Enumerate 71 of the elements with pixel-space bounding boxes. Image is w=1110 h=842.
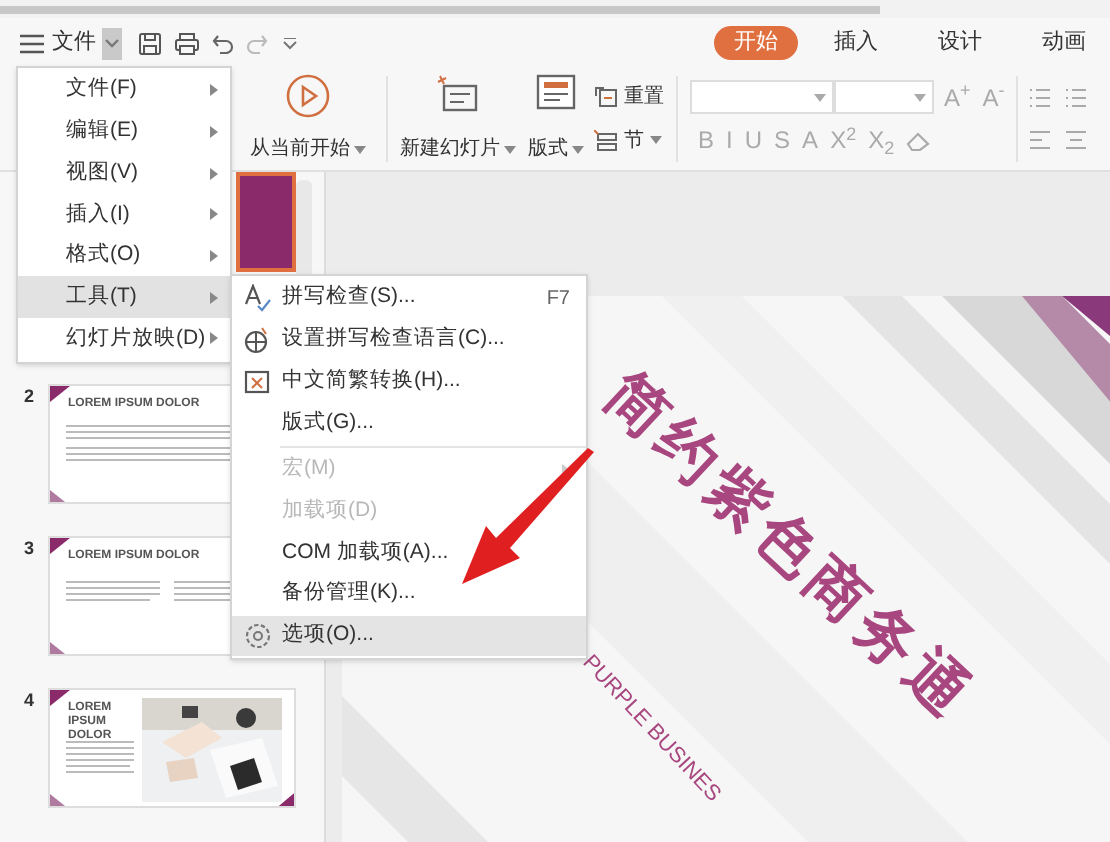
menu-item-label: 设置拼写检查语言(C)...: [282, 324, 507, 355]
numbered-list-icon[interactable]: [1064, 88, 1089, 109]
menu-item[interactable]: 拼写检查(S)... F7: [232, 278, 586, 320]
new-slide-button[interactable]: 新建幻灯片: [394, 68, 522, 170]
globe-icon: [243, 326, 271, 355]
convert-icon: [243, 367, 271, 396]
ribbon-tab[interactable]: 设计: [914, 26, 1006, 60]
eraser-icon[interactable]: [906, 129, 931, 152]
submenu-arrow-icon[interactable]: [210, 167, 218, 180]
customize-icon[interactable]: [282, 37, 298, 49]
undo-icon[interactable]: [212, 33, 234, 53]
spell-check-icon: [243, 284, 271, 313]
menu-item-label: 文件(F): [66, 74, 139, 105]
reset-button[interactable]: 重置: [594, 82, 664, 113]
menu-item[interactable]: 编辑(E): [18, 111, 230, 153]
redo-icon[interactable]: [246, 33, 268, 53]
ribbon-tab[interactable]: 插入: [810, 26, 902, 60]
section-button[interactable]: 节: [594, 125, 664, 156]
menu-item[interactable]: 格式(O): [18, 235, 230, 277]
play-from-current-button[interactable]: 从当前开始: [236, 68, 380, 170]
align-center-icon[interactable]: [1064, 129, 1089, 150]
save-icon[interactable]: [138, 31, 162, 55]
caret-icon[interactable]: [354, 145, 366, 153]
print-icon[interactable]: [174, 31, 200, 55]
settings-icon: [243, 621, 271, 650]
caret-icon[interactable]: [104, 38, 120, 48]
submenu-arrow-icon[interactable]: [210, 332, 218, 345]
menu-item[interactable]: 视图(V): [18, 152, 230, 195]
menu-item[interactable]: 设置拼写检查语言(C)...: [232, 319, 586, 361]
submenu-arrow-icon[interactable]: [210, 208, 218, 221]
ribbon-tab[interactable]: 动画: [1018, 26, 1110, 60]
slide-number: 3: [22, 536, 37, 562]
reset-icon[interactable]: [594, 86, 618, 109]
font-name-field[interactable]: [690, 80, 834, 115]
menu-item-label: 工具(T): [66, 281, 139, 312]
menu-item[interactable]: 插入(I): [18, 194, 230, 236]
menu-item[interactable]: 工具(T): [18, 276, 230, 319]
caret-icon[interactable]: [650, 136, 662, 145]
layout-button[interactable]: 版式: [522, 68, 590, 170]
menu-item[interactable]: 幻灯片放映(D): [18, 318, 230, 360]
menu-item-label: 格式(O): [66, 240, 143, 271]
dropdown-button[interactable]: [102, 27, 122, 59]
menu-item-label: 拼写检查(S)...: [282, 282, 418, 313]
caret-icon[interactable]: [504, 145, 516, 153]
bullet-list-icon[interactable]: [1028, 88, 1053, 109]
submenu-arrow-icon[interactable]: [210, 250, 218, 263]
menu-item[interactable]: 文件(F): [18, 70, 230, 112]
caret-icon[interactable]: [572, 145, 584, 153]
menu-item[interactable]: 选项(O)...: [232, 615, 586, 657]
section-icon[interactable]: [594, 129, 618, 152]
pointer-arrow: [458, 448, 598, 588]
slide-thumbnail[interactable]: [236, 172, 296, 272]
caret-icon[interactable]: [914, 93, 926, 102]
new-slide-icon[interactable]: [436, 74, 480, 114]
file-menu-button[interactable]: 文件: [52, 26, 96, 60]
menu-item-label: 视图(V): [66, 157, 140, 188]
submenu-arrow-icon[interactable]: [210, 291, 218, 304]
caret-icon[interactable]: [814, 93, 826, 102]
play-icon[interactable]: [286, 74, 330, 118]
align-left-icon[interactable]: [1028, 129, 1053, 150]
slide-number: 4: [22, 688, 37, 714]
slide-number: 2: [22, 384, 37, 410]
menu-item-label: 幻灯片放映(D): [66, 323, 208, 354]
font-size-field[interactable]: [834, 80, 934, 115]
menu-icon[interactable]: [20, 33, 44, 53]
submenu-arrow-icon[interactable]: [210, 126, 218, 139]
menu-item-label: 编辑(E): [66, 116, 140, 147]
layout-icon[interactable]: [536, 74, 576, 110]
menu-item-label: 插入(I): [66, 199, 132, 230]
shortcut-label: F7: [546, 285, 570, 314]
submenu-arrow-icon[interactable]: [210, 84, 218, 97]
